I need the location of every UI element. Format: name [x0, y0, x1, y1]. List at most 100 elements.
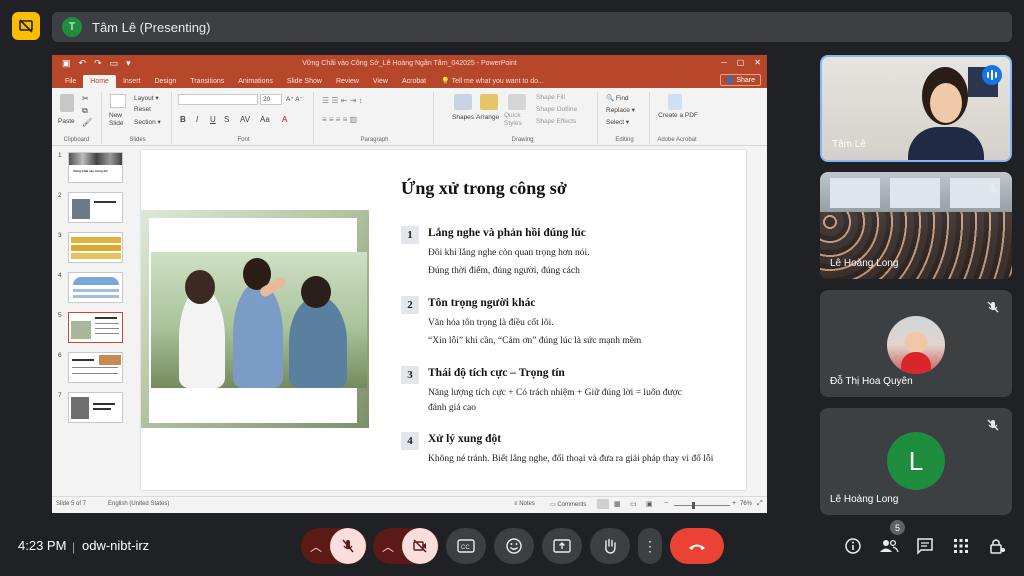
- copy-icon[interactable]: ⧉: [82, 106, 88, 116]
- presenting-bar[interactable]: T Tâm Lê (Presenting): [52, 12, 1012, 42]
- participant-tile-1[interactable]: Tâm Lê: [820, 55, 1012, 162]
- participant-tile-4[interactable]: L Lê Hoàng Long: [820, 408, 1012, 515]
- bold-icon[interactable]: B: [180, 115, 186, 124]
- paste-icon[interactable]: [60, 94, 74, 112]
- case-icon[interactable]: Aa: [260, 115, 270, 124]
- tab-file[interactable]: File: [58, 78, 83, 88]
- meeting-code[interactable]: odw-nibt-irz: [82, 538, 149, 553]
- create-pdf-label[interactable]: Create a PDF: [658, 112, 698, 120]
- participant-tile-3[interactable]: Đỗ Thị Hoa Quyên: [820, 290, 1012, 397]
- participant-tile-2[interactable]: Lê Hoàng Long: [820, 172, 1012, 279]
- replace-button[interactable]: Replace ▾: [606, 106, 635, 114]
- font-label: Font: [237, 137, 250, 143]
- quick-styles-icon[interactable]: [508, 94, 526, 110]
- thumbnail-6[interactable]: 6: [56, 352, 126, 384]
- reading-view-icon[interactable]: ▭: [630, 500, 637, 508]
- thumbnail-5[interactable]: 5: [56, 312, 126, 344]
- layout-button[interactable]: Layout ▾: [134, 94, 159, 102]
- fit-slide-icon[interactable]: ⤢: [757, 500, 763, 508]
- shape-effects-button[interactable]: Shape Effects: [536, 118, 576, 125]
- thumbnail-1[interactable]: 1 Vững Chãi vào Công Sở: [56, 152, 126, 184]
- tab-view[interactable]: View: [366, 78, 395, 88]
- normal-view-icon[interactable]: [597, 499, 609, 509]
- reset-button[interactable]: Reset: [134, 106, 151, 113]
- quick-styles-label[interactable]: Quick Styles: [504, 112, 530, 128]
- slides-label: Slides: [129, 137, 146, 143]
- tell-me-text: Tell me what you want to do...: [451, 78, 544, 85]
- tab-transitions[interactable]: Transitions: [183, 78, 231, 88]
- tab-review[interactable]: Review: [329, 78, 366, 88]
- section-button[interactable]: Section ▾: [134, 118, 161, 126]
- underline-icon[interactable]: U: [210, 115, 216, 124]
- tab-insert[interactable]: Insert: [116, 78, 148, 88]
- spacing-icon[interactable]: AV: [240, 115, 250, 124]
- notes-button[interactable]: ≡ Notes: [514, 501, 535, 507]
- share-button[interactable]: 👤 Share: [719, 74, 761, 86]
- item-line: Văn hóa tôn trọng là điều cốt lõi.: [428, 318, 554, 328]
- format-painter-icon[interactable]: 🖌: [82, 118, 92, 127]
- zoom-in-icon[interactable]: +: [732, 500, 736, 507]
- tab-design[interactable]: Design: [147, 78, 183, 88]
- more-options-button[interactable]: ⋮: [638, 528, 662, 564]
- maximize-icon[interactable]: ▢: [737, 58, 745, 67]
- present-button[interactable]: [542, 528, 582, 564]
- thumbnail-2[interactable]: 2: [56, 192, 126, 224]
- zoom-out-icon[interactable]: −: [664, 500, 668, 507]
- zoom-level[interactable]: 76%: [740, 501, 752, 507]
- cut-icon[interactable]: ✂: [82, 94, 89, 103]
- select-button[interactable]: Select ▾: [606, 118, 629, 126]
- slide-canvas[interactable]: Ứng xử trong công sở 1 Lắng nghe và phản…: [141, 150, 746, 490]
- shape-fill-button[interactable]: Shape Fill: [536, 94, 565, 101]
- minimize-icon[interactable]: ─: [721, 58, 727, 67]
- shapes-label[interactable]: Shapes: [452, 114, 474, 121]
- editing-label: Editing: [615, 137, 634, 143]
- tab-acrobat[interactable]: Acrobat: [395, 78, 433, 88]
- chevron-up-icon[interactable]: ︿: [302, 528, 330, 564]
- arrange-icon[interactable]: [480, 94, 498, 110]
- leave-call-button[interactable]: [670, 528, 724, 564]
- shapes-icon[interactable]: [454, 94, 472, 110]
- align-icon[interactable]: ≡ ≡ ≡ ≡ ▥: [322, 115, 357, 124]
- font-name-input[interactable]: [178, 94, 258, 105]
- activities-button[interactable]: [950, 535, 972, 557]
- new-slide-icon[interactable]: [110, 94, 126, 108]
- camera-off-button[interactable]: [402, 528, 438, 564]
- thumbnail-7[interactable]: 7: [56, 392, 126, 424]
- zoom-slider-thumb[interactable]: [692, 502, 695, 509]
- strikethrough-icon[interactable]: S: [224, 115, 229, 124]
- bullets-icon[interactable]: ☰ ☰ ⇤ ⇥ ↕: [322, 96, 363, 105]
- slideshow-icon[interactable]: ▣: [646, 500, 653, 508]
- chat-button[interactable]: [914, 535, 936, 557]
- arrange-label[interactable]: Arrange: [476, 114, 499, 121]
- mic-off-button[interactable]: [330, 528, 366, 564]
- tab-home[interactable]: Home: [83, 75, 116, 88]
- font-size-input[interactable]: 20: [260, 94, 282, 105]
- comments-button[interactable]: ▭ Comments: [550, 501, 586, 508]
- new-slide-label[interactable]: New Slide: [109, 112, 129, 128]
- raise-hand-button[interactable]: [590, 528, 630, 564]
- thumbnail-3[interactable]: 3: [56, 232, 126, 264]
- find-button[interactable]: 🔍 Find: [606, 94, 629, 102]
- host-controls-button[interactable]: [986, 535, 1008, 557]
- slide-sorter-icon[interactable]: ▦: [614, 500, 621, 508]
- reactions-button[interactable]: [494, 528, 534, 564]
- thumb-number: 5: [58, 312, 62, 319]
- captions-button[interactable]: CC: [446, 528, 486, 564]
- shape-outline-button[interactable]: Shape Outline: [536, 106, 577, 113]
- font-color-icon[interactable]: A: [282, 115, 287, 124]
- tab-slide-show[interactable]: Slide Show: [280, 78, 329, 88]
- grow-font-icon[interactable]: A⁺ A⁻: [286, 95, 303, 103]
- chevron-up-icon[interactable]: ︿: [374, 528, 402, 564]
- create-pdf-icon[interactable]: [668, 94, 682, 110]
- present-screen-icon: [553, 539, 571, 553]
- meeting-details-button[interactable]: [842, 535, 864, 557]
- italic-icon[interactable]: I: [196, 115, 198, 124]
- language-indicator[interactable]: English (United States): [108, 501, 169, 507]
- thumbnail-4[interactable]: 4: [56, 272, 126, 304]
- clipboard-group: Paste ✂ ⧉ 🖌 Clipboard: [52, 92, 102, 144]
- tell-me-box[interactable]: 💡 Tell me what you want to do...: [435, 77, 550, 88]
- tab-animations[interactable]: Animations: [231, 78, 280, 88]
- people-button[interactable]: [878, 535, 900, 557]
- zoom-slider[interactable]: [674, 505, 730, 506]
- close-icon[interactable]: ✕: [754, 58, 761, 67]
